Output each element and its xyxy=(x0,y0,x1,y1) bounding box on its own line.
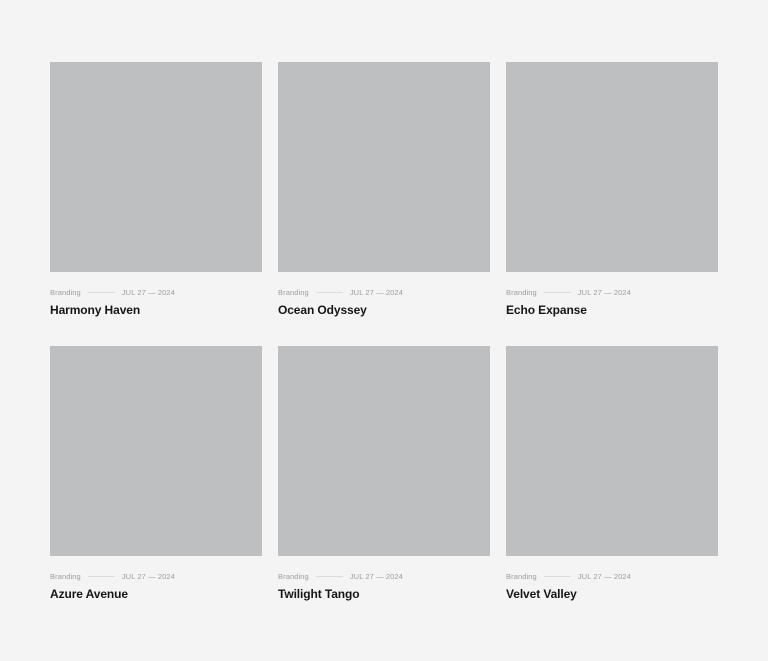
project-card[interactable]: Branding JUL 27 — 2024 Azure Avenue xyxy=(50,346,262,601)
project-title[interactable]: Azure Avenue xyxy=(50,587,262,601)
project-card[interactable]: Branding JUL 27 — 2024 Twilight Tango xyxy=(278,346,490,601)
project-date: JUL 27 — 2024 xyxy=(349,571,403,581)
project-meta: Branding JUL 27 — 2024 xyxy=(50,571,262,581)
project-thumbnail[interactable] xyxy=(50,62,262,273)
project-category: Branding xyxy=(506,571,537,581)
meta-divider xyxy=(543,291,571,293)
project-category: Branding xyxy=(506,287,537,297)
meta-divider xyxy=(315,291,343,293)
project-card[interactable]: Branding JUL 27 — 2024 Harmony Haven xyxy=(50,62,262,317)
project-title[interactable]: Ocean Odyssey xyxy=(278,303,490,317)
meta-divider xyxy=(543,575,571,577)
project-date: JUL 27 — 2024 xyxy=(577,571,631,581)
project-date: JUL 27 — 2024 xyxy=(121,287,175,297)
project-title[interactable]: Velvet Valley xyxy=(506,587,718,601)
project-meta: Branding JUL 27 — 2024 xyxy=(506,287,718,297)
project-meta: Branding JUL 27 — 2024 xyxy=(278,287,490,297)
project-date: JUL 27 — 2024 xyxy=(121,571,175,581)
project-thumbnail[interactable] xyxy=(278,346,490,557)
project-title[interactable]: Echo Expanse xyxy=(506,303,718,317)
project-category: Branding xyxy=(278,571,309,581)
project-title[interactable]: Harmony Haven xyxy=(50,303,262,317)
project-date: JUL 27 — 2024 xyxy=(349,287,403,297)
project-meta: Branding JUL 27 — 2024 xyxy=(50,287,262,297)
meta-divider xyxy=(315,575,343,577)
project-card[interactable]: Branding JUL 27 — 2024 Velvet Valley xyxy=(506,346,718,601)
project-date: JUL 27 — 2024 xyxy=(577,287,631,297)
project-card[interactable]: Branding JUL 27 — 2024 Ocean Odyssey xyxy=(278,62,490,317)
project-thumbnail[interactable] xyxy=(506,62,718,273)
project-title[interactable]: Twilight Tango xyxy=(278,587,490,601)
project-category: Branding xyxy=(50,287,81,297)
project-grid: Branding JUL 27 — 2024 Harmony Haven Bra… xyxy=(50,62,718,601)
project-category: Branding xyxy=(50,571,81,581)
project-thumbnail[interactable] xyxy=(506,346,718,557)
project-thumbnail[interactable] xyxy=(278,62,490,273)
project-meta: Branding JUL 27 — 2024 xyxy=(278,571,490,581)
project-thumbnail[interactable] xyxy=(50,346,262,557)
project-category: Branding xyxy=(278,287,309,297)
meta-divider xyxy=(87,575,115,577)
meta-divider xyxy=(87,291,115,293)
project-meta: Branding JUL 27 — 2024 xyxy=(506,571,718,581)
project-card[interactable]: Branding JUL 27 — 2024 Echo Expanse xyxy=(506,62,718,317)
